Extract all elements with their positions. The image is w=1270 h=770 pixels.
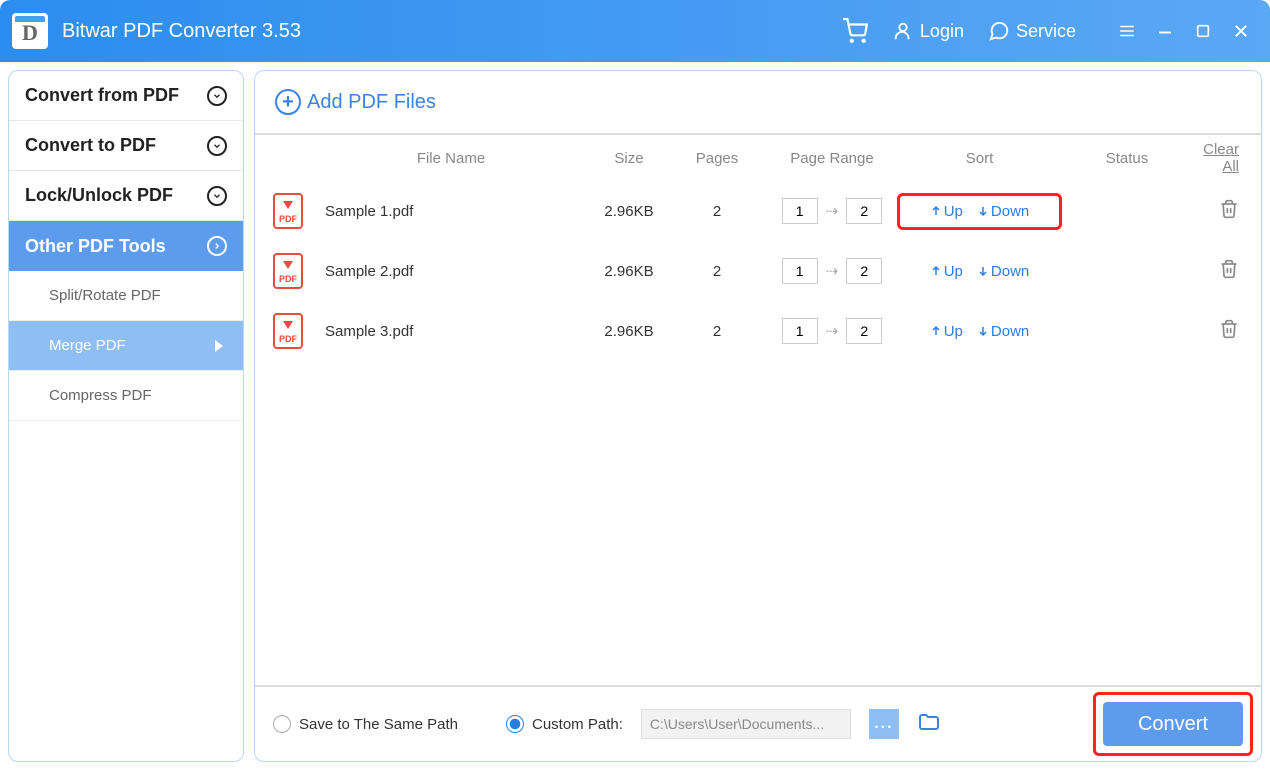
arrow-right-icon: ⇢ [826, 262, 839, 280]
sort-up-button[interactable]: Up [930, 203, 963, 220]
main: Convert from PDF Convert to PDF Lock/Unl… [0, 62, 1270, 770]
sort-down-button[interactable]: Down [977, 323, 1029, 340]
sort-up-button[interactable]: Up [930, 323, 963, 340]
save-same-path-option[interactable]: Save to The Same Path [273, 715, 458, 733]
custom-path-option[interactable]: Custom Path: [506, 715, 623, 733]
file-size: 2.96KB [581, 203, 677, 220]
clear-all-button[interactable]: Clear All [1202, 141, 1253, 175]
cart-button[interactable] [842, 18, 868, 44]
file-name: Sample 2.pdf [321, 263, 581, 280]
arrow-up-icon [930, 204, 942, 218]
login-button[interactable]: Login [892, 20, 964, 42]
pdf-file-icon: PDF [273, 193, 303, 229]
radio-unchecked-icon [273, 715, 291, 733]
bottom-bar: Save to The Same Path Custom Path: ... C… [255, 685, 1261, 761]
page-range-to[interactable] [846, 258, 882, 284]
col-page-range: Page Range [757, 150, 907, 167]
chevron-right-icon [207, 236, 227, 256]
menu-button[interactable] [1118, 22, 1136, 40]
sidebar-section-lock-unlock-pdf[interactable]: Lock/Unlock PDF [9, 171, 243, 221]
user-icon [892, 20, 914, 42]
page-range-from[interactable] [782, 318, 818, 344]
open-folder-button[interactable] [917, 710, 941, 739]
minimize-icon [1156, 22, 1174, 40]
pdf-file-icon: PDF [273, 253, 303, 289]
sidebar-section-other-pdf-tools[interactable]: Other PDF Tools [9, 221, 243, 271]
file-size: 2.96KB [581, 263, 677, 280]
close-button[interactable] [1232, 22, 1250, 40]
sidebar-section-convert-from-pdf[interactable]: Convert from PDF [9, 71, 243, 121]
table-row: PDF Sample 2.pdf 2.96KB 2 ⇢ Up Down [255, 241, 1261, 301]
convert-button[interactable]: Convert [1103, 702, 1243, 746]
add-pdf-files-button[interactable]: + Add PDF Files [275, 89, 436, 115]
file-pages: 2 [677, 263, 757, 280]
trash-icon [1219, 319, 1239, 339]
app-icon: D [12, 13, 48, 49]
arrow-down-icon [977, 204, 989, 218]
chevron-down-icon [207, 186, 227, 206]
sort-down-button[interactable]: Down [977, 263, 1029, 280]
trash-icon [1219, 259, 1239, 279]
file-pages: 2 [677, 203, 757, 220]
custom-path-input[interactable] [641, 709, 851, 739]
page-range-to[interactable] [846, 318, 882, 344]
delete-row-button[interactable] [1219, 266, 1239, 283]
page-range-from[interactable] [782, 198, 818, 224]
table-row: PDF Sample 3.pdf 2.96KB 2 ⇢ Up Down [255, 301, 1261, 361]
radio-checked-icon [506, 715, 524, 733]
menu-icon [1118, 21, 1136, 41]
pdf-file-icon: PDF [273, 313, 303, 349]
file-name: Sample 3.pdf [321, 323, 581, 340]
arrow-right-icon: ⇢ [826, 202, 839, 220]
sidebar-sub-split-rotate[interactable]: Split/Rotate PDF [9, 271, 243, 321]
col-file-name: File Name [321, 150, 581, 167]
sidebar: Convert from PDF Convert to PDF Lock/Unl… [8, 70, 244, 762]
col-pages: Pages [677, 150, 757, 167]
col-size: Size [581, 150, 677, 167]
file-rows: PDF Sample 1.pdf 2.96KB 2 ⇢ Up Down PDF … [255, 181, 1261, 685]
sidebar-section-convert-to-pdf[interactable]: Convert to PDF [9, 121, 243, 171]
arrow-up-icon [930, 324, 942, 338]
maximize-button[interactable] [1194, 22, 1212, 40]
delete-row-button[interactable] [1219, 326, 1239, 343]
chevron-down-icon [207, 86, 227, 106]
col-status: Status [1052, 150, 1202, 167]
page-range-from[interactable] [782, 258, 818, 284]
table-header: File Name Size Pages Page Range Sort Sta… [255, 135, 1261, 181]
table-row: PDF Sample 1.pdf 2.96KB 2 ⇢ Up Down [255, 181, 1261, 241]
sidebar-sub-compress-pdf[interactable]: Compress PDF [9, 371, 243, 421]
maximize-icon [1195, 23, 1211, 39]
file-pages: 2 [677, 323, 757, 340]
page-range-to[interactable] [846, 198, 882, 224]
minimize-button[interactable] [1156, 22, 1174, 40]
close-icon [1232, 22, 1250, 40]
app-title: Bitwar PDF Converter 3.53 [62, 20, 842, 43]
chevron-down-icon [207, 136, 227, 156]
title-bar: D Bitwar PDF Converter 3.53 Login Servic… [0, 0, 1270, 62]
col-sort: Sort [907, 150, 1052, 167]
arrow-down-icon [977, 264, 989, 278]
delete-row-button[interactable] [1219, 206, 1239, 223]
folder-icon [917, 710, 941, 734]
add-files-bar: + Add PDF Files [255, 71, 1261, 135]
sidebar-sub-merge-pdf[interactable]: Merge PDF [9, 321, 243, 371]
file-size: 2.96KB [581, 323, 677, 340]
arrow-up-icon [930, 264, 942, 278]
service-button[interactable]: Service [988, 20, 1076, 42]
plus-icon: + [275, 89, 301, 115]
cart-icon [842, 18, 868, 44]
content-panel: + Add PDF Files File Name Size Pages Pag… [254, 70, 1262, 762]
arrow-down-icon [977, 324, 989, 338]
chat-icon [988, 20, 1010, 42]
arrow-right-icon: ⇢ [826, 322, 839, 340]
sort-down-button[interactable]: Down [977, 203, 1029, 220]
sort-up-button[interactable]: Up [930, 263, 963, 280]
browse-path-button[interactable]: ... [869, 709, 899, 739]
file-name: Sample 1.pdf [321, 203, 581, 220]
trash-icon [1219, 199, 1239, 219]
